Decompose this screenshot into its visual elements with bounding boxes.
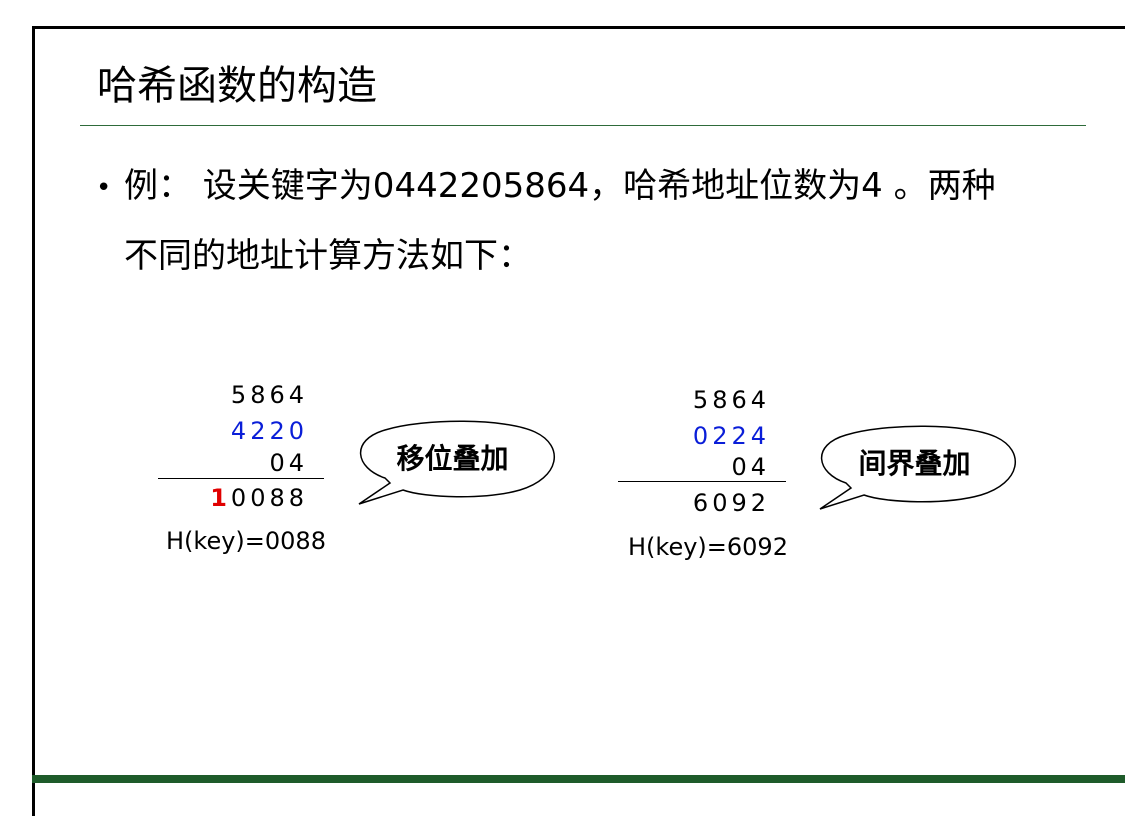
left-carry-digit: 1 xyxy=(210,484,231,512)
paragraph-line-2: 不同的地址计算方法如下： xyxy=(124,236,532,276)
right-callout-label: 间界叠加 xyxy=(858,447,971,480)
slide-frame xyxy=(32,26,1125,816)
right-hash-result: H(key)=6092 xyxy=(628,533,788,561)
left-sum-rule xyxy=(158,478,324,479)
left-callout-label: 移位叠加 xyxy=(396,442,509,475)
title-divider xyxy=(80,125,1086,126)
right-addend-3: 04 xyxy=(731,453,770,481)
left-sum-digits: 0088 xyxy=(230,484,308,512)
slide-title: 哈希函数的构造 xyxy=(97,63,377,109)
paragraph-line-1: 例： 设关键字为0442205864，哈希地址位数为4 。两种 xyxy=(124,166,996,206)
right-sum-rule xyxy=(618,481,786,482)
left-addend-3: 04 xyxy=(269,449,308,477)
left-sum: 10088 xyxy=(190,483,308,513)
left-addend-1: 5864 xyxy=(230,381,308,409)
right-addend-2: 0224 xyxy=(692,422,770,450)
bullet-icon: • xyxy=(96,173,112,203)
right-sum: 6092 xyxy=(692,489,770,517)
slide-footer-bar xyxy=(32,775,1125,783)
left-addend-2: 4220 xyxy=(230,417,308,445)
left-hash-result: H(key)=0088 xyxy=(166,527,326,555)
right-addend-1: 5864 xyxy=(692,386,770,414)
